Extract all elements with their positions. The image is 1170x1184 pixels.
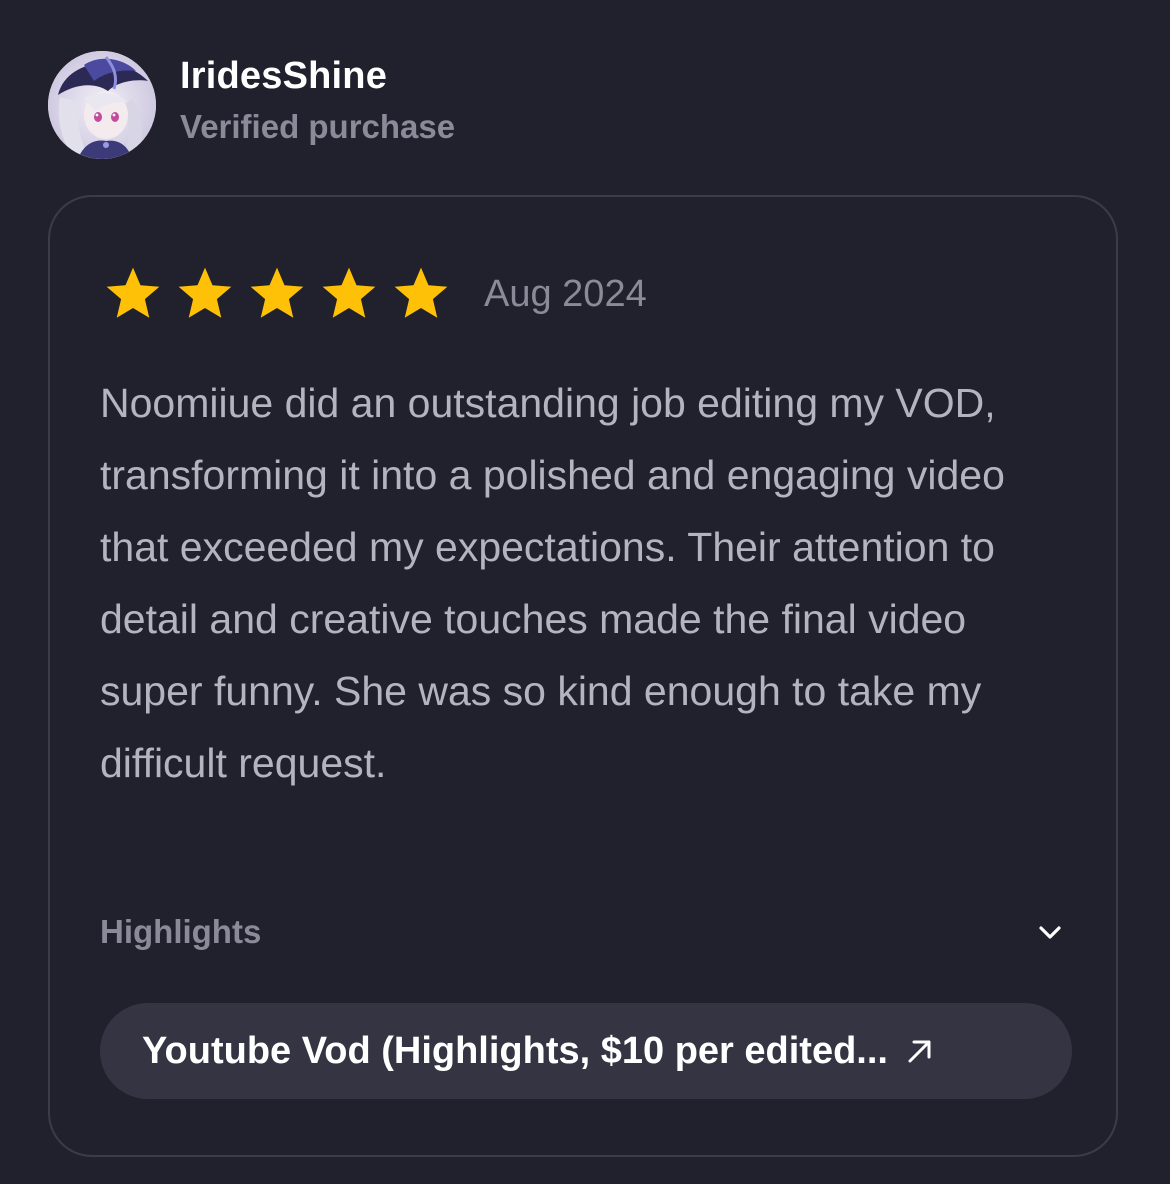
review-date: Aug 2024	[484, 273, 647, 315]
highlights-label: Highlights	[100, 913, 262, 950]
star-icon	[250, 267, 304, 318]
avatar[interactable]	[48, 51, 156, 159]
arrow-up-right-icon	[908, 1040, 931, 1063]
verified-purchase-label: Verified purchase	[180, 108, 456, 145]
highlights-toggle[interactable]: Highlights	[100, 902, 1070, 962]
service-label: Youtube Vod (Highlights, $10 per edited.…	[142, 1029, 888, 1072]
chevron-down-icon[interactable]	[1032, 914, 1068, 950]
service-link-button[interactable]: Youtube Vod (Highlights, $10 per edited.…	[100, 1003, 1072, 1099]
star-rating	[102, 263, 462, 325]
star-icon	[394, 267, 448, 318]
review-text: Noomiiue did an outstanding job editing …	[100, 380, 1005, 786]
anime-avatar-icon	[48, 51, 156, 159]
reviewer-header: IridesShine Verified purchase	[48, 50, 455, 160]
star-icon	[106, 267, 160, 318]
reviewer-meta: IridesShine Verified purchase	[180, 52, 455, 150]
rating-row: Aug 2024	[102, 259, 647, 329]
star-icon	[178, 267, 232, 318]
review-card: Aug 2024 Noomiiue did an outstanding job…	[48, 195, 1118, 1157]
star-icon	[322, 267, 376, 318]
reviewer-name[interactable]: IridesShine	[180, 52, 455, 100]
